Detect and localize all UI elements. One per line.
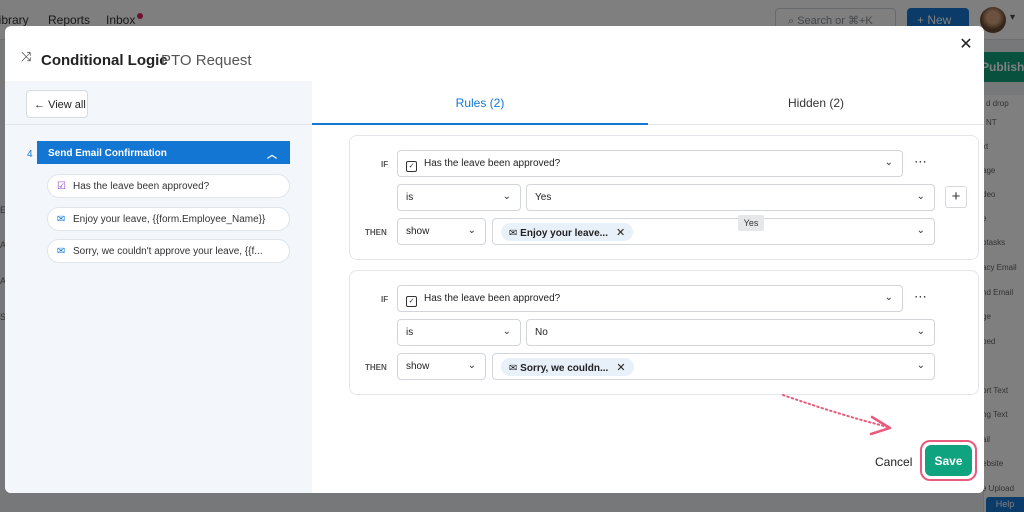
cancel-button[interactable]: Cancel <box>875 455 912 469</box>
annotation-arrow <box>782 394 892 436</box>
save-button[interactable]: Save <box>925 445 972 476</box>
